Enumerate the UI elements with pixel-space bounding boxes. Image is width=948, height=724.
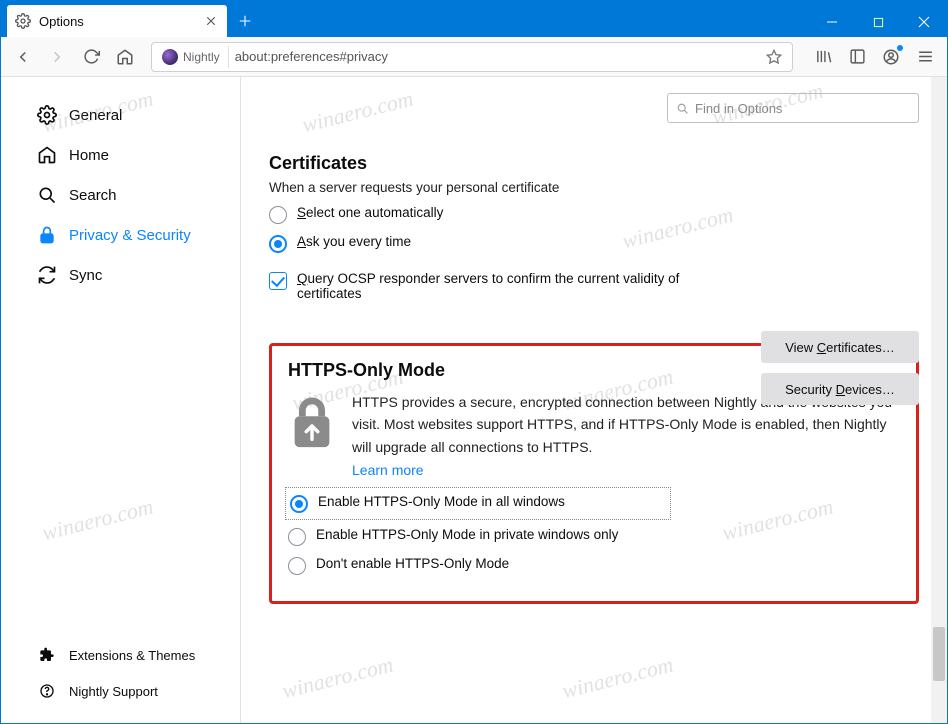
cert-radio-auto[interactable]: Select one automatically <box>269 205 919 224</box>
sidebar-item-label: Sync <box>69 267 102 284</box>
sidebar-item-label: Extensions & Themes <box>69 648 195 663</box>
sidebar-item-label: General <box>69 107 122 124</box>
identity-box[interactable]: Nightly <box>158 46 229 68</box>
url-text: about:preferences#privacy <box>235 49 756 64</box>
sidebar-toggle-button[interactable] <box>841 41 873 73</box>
window-controls <box>809 7 947 37</box>
gear-icon <box>15 13 31 29</box>
scrollbar-thumb[interactable] <box>933 627 945 681</box>
preferences-sidebar: General Home Search Privacy & Security S… <box>1 77 241 723</box>
certificates-subtitle: When a server requests your personal cer… <box>269 180 919 195</box>
tab-options[interactable]: Options <box>7 5 227 37</box>
view-certificates-button[interactable]: View Certificates… <box>761 331 919 363</box>
reload-button[interactable] <box>75 41 107 73</box>
radio-label: Ask you every time <box>297 234 411 249</box>
account-button[interactable] <box>875 41 907 73</box>
checkbox-label: Query OCSP responder servers to confirm … <box>297 271 689 301</box>
sidebar-item-label: Search <box>69 187 117 204</box>
search-placeholder: Find in Options <box>695 101 782 116</box>
lock-upload-icon <box>288 397 336 451</box>
minimize-button[interactable] <box>809 7 855 37</box>
radio-icon[interactable] <box>290 495 308 513</box>
puzzle-icon <box>37 645 57 665</box>
ocsp-checkbox-row[interactable]: Query OCSP responder servers to confirm … <box>269 271 689 301</box>
back-button[interactable] <box>7 41 39 73</box>
home-icon <box>37 145 57 165</box>
url-bar[interactable]: Nightly about:preferences#privacy <box>151 42 793 72</box>
close-icon[interactable] <box>203 13 219 29</box>
forward-button[interactable] <box>41 41 73 73</box>
search-icon <box>676 102 689 115</box>
https-radio-off[interactable]: Don't enable HTTPS-Only Mode <box>288 556 900 575</box>
security-devices-button[interactable]: Security Devices… <box>761 373 919 405</box>
sidebar-item-extensions[interactable]: Extensions & Themes <box>1 637 240 673</box>
sync-icon <box>37 265 57 285</box>
radio-label: Enable HTTPS-Only Mode in private window… <box>316 527 618 542</box>
radio-icon[interactable] <box>288 557 306 575</box>
sidebar-item-support[interactable]: Nightly Support <box>1 673 240 709</box>
new-tab-button[interactable] <box>231 7 259 35</box>
help-icon <box>37 681 57 701</box>
sidebar-item-label: Privacy & Security <box>69 227 191 244</box>
radio-icon[interactable] <box>288 528 306 546</box>
learn-more-link[interactable]: Learn more <box>352 462 424 478</box>
maximize-button[interactable] <box>855 7 901 37</box>
sidebar-item-general[interactable]: General <box>1 95 240 135</box>
checkbox-icon[interactable] <box>269 272 287 290</box>
radio-label: Don't enable HTTPS-Only Mode <box>316 556 509 571</box>
search-input[interactable]: Find in Options <box>667 93 919 123</box>
home-button[interactable] <box>109 41 141 73</box>
sidebar-item-label: Home <box>69 147 109 164</box>
https-radio-private[interactable]: Enable HTTPS-Only Mode in private window… <box>288 527 900 546</box>
radio-icon[interactable] <box>269 206 287 224</box>
search-icon <box>37 185 57 205</box>
lock-icon <box>37 225 57 245</box>
app-menu-button[interactable] <box>909 41 941 73</box>
sidebar-item-label: Nightly Support <box>69 684 158 699</box>
sidebar-item-search[interactable]: Search <box>1 175 240 215</box>
bookmark-star-icon[interactable] <box>762 45 786 69</box>
cert-radio-ask[interactable]: Ask you every time <box>269 234 919 253</box>
sidebar-item-sync[interactable]: Sync <box>1 255 240 295</box>
sidebar-item-privacy[interactable]: Privacy & Security <box>1 215 240 255</box>
tab-strip: Options <box>1 1 809 37</box>
https-radio-all[interactable]: Enable HTTPS-Only Mode in all windows <box>288 490 668 517</box>
identity-label: Nightly <box>183 50 220 64</box>
certificates-heading: Certificates <box>269 153 919 174</box>
library-button[interactable] <box>807 41 839 73</box>
radio-label: Enable HTTPS-Only Mode in all windows <box>318 494 565 509</box>
notification-dot-icon <box>897 45 903 51</box>
tab-label: Options <box>39 14 195 29</box>
nightly-icon <box>162 49 178 65</box>
radio-label: Select one automatically <box>297 205 443 220</box>
preferences-main: Find in Options Certificates When a serv… <box>241 77 947 723</box>
nav-toolbar: Nightly about:preferences#privacy <box>1 37 947 77</box>
titlebar: Options <box>1 1 947 37</box>
gear-icon <box>37 105 57 125</box>
sidebar-item-home[interactable]: Home <box>1 135 240 175</box>
radio-icon[interactable] <box>269 235 287 253</box>
scrollbar[interactable] <box>931 77 947 723</box>
close-window-button[interactable] <box>901 7 947 37</box>
